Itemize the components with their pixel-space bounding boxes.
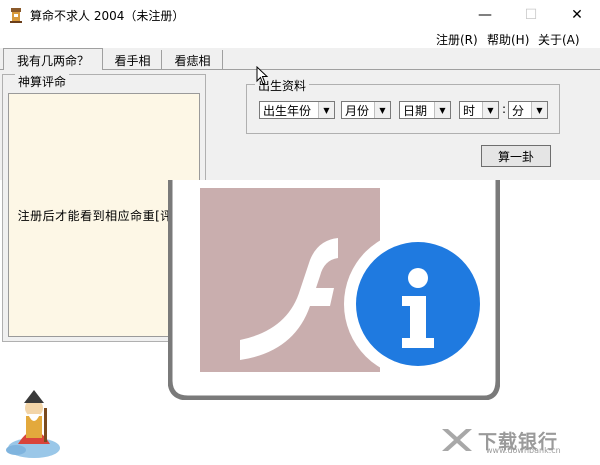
- birth-hour-value: 时: [463, 103, 476, 118]
- tab-mole-reading[interactable]: 看痣相: [163, 50, 223, 70]
- comment-title: 神算评命: [15, 73, 70, 90]
- birth-year-select[interactable]: 出生年份 ▼: [259, 101, 335, 119]
- watermark: 下载银行 www.downbank.cn: [440, 420, 596, 460]
- birth-minute-select[interactable]: 分 ▼: [508, 101, 548, 119]
- tab-palm-reading[interactable]: 看手相: [104, 50, 162, 70]
- birth-day-value: 日期: [403, 103, 428, 118]
- close-button[interactable]: ✕: [554, 0, 600, 30]
- chevron-down-icon: ▼: [434, 102, 450, 118]
- app-icon: [10, 8, 22, 23]
- chevron-down-icon: ▼: [318, 102, 334, 118]
- birth-month-value: 月份: [345, 103, 370, 118]
- maximize-button: ☐: [524, 7, 538, 23]
- watermark-url: www.downbank.cn: [486, 446, 561, 455]
- mouse-cursor-icon: [256, 66, 269, 85]
- flash-plugin-graphic: [168, 180, 500, 400]
- title-bar: 算命不求人 2004（未注册） — ☐ ✕: [0, 0, 600, 30]
- time-separator: :: [502, 102, 507, 116]
- birth-minute-value: 分: [512, 103, 525, 118]
- tab-fortune-weight[interactable]: 我有几两命？: [3, 48, 103, 71]
- menu-bar: 注册(R) 帮助(H) 关于(A): [0, 30, 600, 48]
- birth-day-select[interactable]: 日期 ▼: [399, 101, 451, 119]
- menu-about[interactable]: 关于(A): [538, 31, 580, 48]
- birth-hour-select[interactable]: 时 ▼: [459, 101, 499, 119]
- menu-help[interactable]: 帮助(H): [487, 31, 529, 48]
- comment-text: 注册后才能看到相应命重[评析]: [17, 208, 191, 223]
- divine-button[interactable]: 算一卦: [481, 145, 551, 167]
- chevron-down-icon: ▼: [531, 102, 547, 118]
- left-strip: [0, 342, 66, 465]
- birth-info-group: 出生资料 出生年份 ▼ 月份 ▼ 日期 ▼ 时 ▼ : 分 ▼: [246, 77, 560, 134]
- tab-strip: 我有几两命？ 看手相 看痣相: [0, 48, 600, 71]
- birth-month-select[interactable]: 月份 ▼: [341, 101, 391, 119]
- watermark-logo-icon: [442, 429, 472, 451]
- chevron-down-icon: ▼: [374, 102, 390, 118]
- minimize-button[interactable]: —: [462, 0, 508, 30]
- window-title: 算命不求人 2004（未注册）: [30, 8, 185, 23]
- menu-register[interactable]: 注册(R): [436, 31, 478, 48]
- birth-year-value: 出生年份: [263, 103, 312, 118]
- chevron-down-icon: ▼: [482, 102, 498, 118]
- fortune-teller-avatar: [6, 390, 60, 458]
